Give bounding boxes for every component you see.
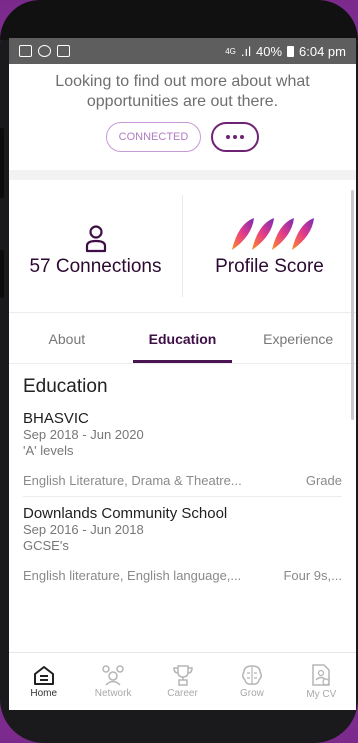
nav-label: Grow [239, 688, 264, 699]
home-icon [33, 666, 54, 685]
tab-education[interactable]: Education [125, 313, 241, 363]
whatsapp-icon [38, 45, 51, 57]
profile-actions: CONNECTED [25, 122, 340, 152]
qualification: 'A' levels [23, 443, 74, 458]
more-dot [226, 135, 231, 139]
nav-label: My CV [306, 689, 337, 700]
education-section: Education BHASVIC Sep 2018 - Jun 2020 'A… [9, 364, 356, 591]
connections-count: 57 Connections [29, 256, 162, 277]
person-icon [85, 225, 106, 253]
trophy-icon [172, 665, 193, 686]
cv-icon [312, 664, 331, 686]
gallery-icon [19, 45, 32, 57]
bottom-nav: Home Network Career Grow My CV [9, 652, 356, 710]
tab-experience[interactable]: Experience [240, 313, 356, 363]
file-icon [57, 45, 70, 57]
more-options-button[interactable] [211, 122, 260, 152]
education-entry[interactable]: Downlands Community School Sep 2016 - Ju… [23, 505, 342, 591]
nav-career[interactable]: Career [148, 653, 217, 710]
subjects-row: English Literature, Drama & Theatre... G… [23, 473, 342, 488]
signal-icon: .ıl [240, 43, 251, 59]
nav-network[interactable]: Network [78, 653, 147, 710]
nav-label: Network [94, 688, 132, 699]
school-name: Downlands Community School [23, 505, 228, 522]
volume-button [0, 128, 4, 198]
nav-my-cv[interactable]: My CV [287, 653, 356, 710]
subjects: English Literature, Drama & Theatre... [23, 473, 242, 488]
status-bar: 4G .ıl 40% 6:04 pm [9, 38, 356, 64]
education-heading: Education [23, 376, 108, 397]
profile-tabs: About Education Experience [9, 312, 356, 364]
phone-bezel [0, 0, 358, 40]
battery-level: 40% [255, 43, 283, 59]
tab-about[interactable]: About [9, 313, 125, 363]
connected-button[interactable]: CONNECTED [105, 122, 202, 152]
school-name: BHASVIC [23, 410, 89, 427]
status-notifications [19, 45, 70, 57]
subjects-row: English literature, English language,...… [23, 568, 342, 583]
network-type: 4G [225, 46, 236, 56]
profile-stats: 57 Connections Profile Score [9, 180, 356, 312]
nav-home[interactable]: Home [9, 653, 78, 710]
nav-label: Home [30, 688, 58, 699]
nav-label: Career [167, 688, 198, 699]
app-screen: 4G .ıl 40% 6:04 pm Looking to find out m… [9, 38, 356, 710]
brain-icon [241, 665, 262, 685]
power-button [0, 250, 4, 298]
nav-grow[interactable]: Grow [217, 653, 286, 710]
subjects: English literature, English language,... [23, 568, 242, 583]
education-dates: Sep 2018 - Jun 2020 [23, 427, 144, 442]
grade: Four 9s,... [283, 568, 342, 583]
more-dot [240, 135, 245, 139]
education-dates: Sep 2016 - Jun 2018 [23, 522, 144, 537]
phone-frame: 4G .ıl 40% 6:04 pm Looking to find out m… [0, 0, 358, 743]
scrollbar[interactable] [351, 190, 354, 420]
profile-bio: Looking to find out more about what oppo… [55, 73, 310, 110]
profile-score-label: Profile Score [215, 256, 324, 277]
section-divider [9, 170, 356, 180]
status-system: 4G .ıl 40% 6:04 pm [225, 44, 346, 59]
qualification: GCSE's [23, 538, 69, 553]
education-entry[interactable]: BHASVIC Sep 2018 - Jun 2020 'A' levels E… [23, 410, 342, 497]
grade: Grade [305, 473, 342, 488]
profile-intro: Looking to find out more about what oppo… [9, 64, 356, 152]
more-dot [233, 135, 238, 139]
battery-icon [287, 45, 295, 57]
connections-stat[interactable]: 57 Connections [9, 214, 182, 278]
profile-score-stat[interactable]: Profile Score [183, 214, 356, 278]
network-icon [102, 665, 124, 686]
profile-score-feather-icon [231, 218, 314, 250]
status-time: 6:04 pm [299, 43, 346, 59]
